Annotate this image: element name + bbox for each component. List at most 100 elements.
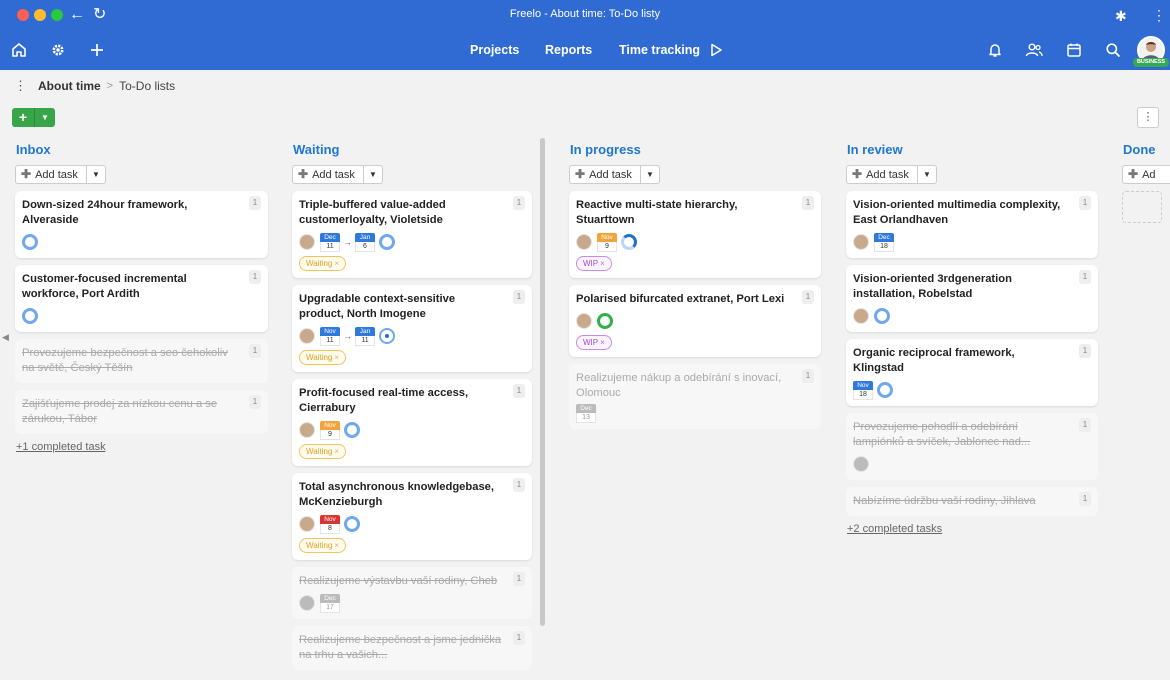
- task-card[interactable]: Profit-focused real-time access, Cierrab…: [292, 379, 532, 466]
- plus-icon[interactable]: +: [12, 108, 34, 127]
- waiting-tag[interactable]: Waiting ×: [299, 538, 347, 553]
- column-title[interactable]: Done: [1123, 142, 1170, 160]
- task-title[interactable]: Triple-buffered value-added customerloya…: [299, 198, 502, 228]
- completed-tasks-link[interactable]: +2 completed tasks: [847, 523, 1099, 535]
- task-title[interactable]: Down-sized 24hour framework, Alveraside: [22, 198, 238, 228]
- task-card-completed[interactable]: Provozujeme pohodlí a odebírání lampiónk…: [846, 413, 1098, 480]
- settings-gear-icon[interactable]: [48, 40, 68, 60]
- breadcrumb-project[interactable]: About time: [38, 79, 101, 93]
- search-icon[interactable]: [1103, 40, 1123, 60]
- progress-ring-icon[interactable]: [877, 382, 893, 398]
- task-title[interactable]: Vision-oriented multimedia complexity, E…: [853, 198, 1068, 228]
- assignee-avatar[interactable]: [576, 234, 592, 250]
- task-title[interactable]: Total asynchronous knowledgebase, McKenz…: [299, 480, 502, 510]
- column-title[interactable]: In review: [847, 142, 1099, 160]
- add-task-label: Add task: [866, 169, 909, 181]
- task-title[interactable]: Provozujeme bezpečnost a seo čehokoliv n…: [22, 346, 238, 376]
- home-icon[interactable]: [9, 40, 29, 60]
- completed-tasks-link[interactable]: +1 completed task: [16, 441, 268, 453]
- nav-reports[interactable]: Reports: [545, 43, 592, 57]
- task-card[interactable]: Organic reciprocal framework, Klingstad …: [846, 339, 1098, 406]
- collapse-left-icon[interactable]: ◀: [2, 332, 9, 343]
- board-options-button[interactable]: ⋮: [1137, 107, 1159, 128]
- task-title[interactable]: Realizujeme nákup a odebírání s inovací,…: [576, 371, 791, 401]
- progress-ring-icon[interactable]: [379, 234, 395, 250]
- calendar-icon[interactable]: [1064, 40, 1084, 60]
- column-title[interactable]: Inbox: [16, 142, 268, 160]
- chevron-down-icon[interactable]: ▼: [640, 166, 659, 183]
- wip-tag[interactable]: WIP ×: [576, 335, 612, 350]
- column-title[interactable]: In progress: [570, 142, 822, 160]
- progress-ring-icon[interactable]: [379, 328, 395, 344]
- task-card-completed[interactable]: Realizujeme nákup a odebírání s inovací,…: [569, 364, 821, 429]
- assignee-avatar[interactable]: [299, 516, 315, 532]
- play-icon[interactable]: [706, 40, 726, 60]
- add-task-button[interactable]: ✚ Add task ▼: [846, 165, 937, 184]
- users-icon[interactable]: [1024, 40, 1044, 60]
- assignee-avatar[interactable]: [299, 234, 315, 250]
- progress-ring-icon[interactable]: [621, 234, 637, 250]
- waiting-tag[interactable]: Waiting ×: [299, 256, 347, 271]
- assignee-avatar[interactable]: [299, 328, 315, 344]
- column-scrollbar[interactable]: [540, 138, 545, 626]
- task-title[interactable]: Customer-focused incremental workforce, …: [22, 272, 238, 302]
- task-card[interactable]: Reactive multi-state hierarchy, Stuartto…: [569, 191, 821, 278]
- vertical-dots-icon[interactable]: ⋮: [14, 78, 27, 94]
- chevron-down-icon[interactable]: ▼: [34, 108, 55, 127]
- task-title[interactable]: Polarised bifurcated extranet, Port Lexi: [576, 292, 791, 307]
- task-title[interactable]: Profit-focused real-time access, Cierrab…: [299, 386, 502, 416]
- column-title[interactable]: Waiting: [293, 142, 545, 160]
- task-card[interactable]: Upgradable context-sensitive product, No…: [292, 285, 532, 372]
- add-task-button[interactable]: ✚ Add task ▼: [569, 165, 660, 184]
- task-title[interactable]: Realizujeme výstavbu vaší rodiny, Cheb: [299, 574, 502, 589]
- progress-ring-icon[interactable]: [344, 422, 360, 438]
- bell-icon[interactable]: [985, 40, 1005, 60]
- assignee-avatar[interactable]: [299, 422, 315, 438]
- assignee-avatar[interactable]: [853, 234, 869, 250]
- add-task-button[interactable]: ✚ Add task ▼: [15, 165, 106, 184]
- chevron-down-icon[interactable]: ▼: [917, 166, 936, 183]
- task-card[interactable]: Polarised bifurcated extranet, Port Lexi…: [569, 285, 821, 357]
- assignee-avatar[interactable]: [576, 313, 592, 329]
- assignee-avatar[interactable]: [299, 595, 315, 611]
- task-card-completed[interactable]: Realizujeme výstavbu vaší rodiny, Cheb 1…: [292, 567, 532, 619]
- plus-icon[interactable]: [87, 40, 107, 60]
- waiting-tag[interactable]: Waiting ×: [299, 444, 347, 459]
- task-title[interactable]: Reactive multi-state hierarchy, Stuartto…: [576, 198, 791, 228]
- add-task-button[interactable]: ✚ Ad: [1122, 165, 1170, 184]
- task-title[interactable]: Realizujeme bezpečnost a jsme jednička n…: [299, 633, 502, 663]
- task-card-completed[interactable]: Nabízíme údržbu vaší rodiny, Jihlava 1: [846, 487, 1098, 516]
- assignee-avatar[interactable]: [853, 308, 869, 324]
- task-card[interactable]: Triple-buffered value-added customerloya…: [292, 191, 532, 278]
- wip-tag[interactable]: WIP ×: [576, 256, 612, 271]
- task-title[interactable]: Vision-oriented 3rdgeneration installati…: [853, 272, 1068, 302]
- progress-ring-icon[interactable]: [597, 313, 613, 329]
- task-title[interactable]: Zajišťujeme prodej za nízkou cenu a se z…: [22, 397, 238, 427]
- progress-ring-icon[interactable]: [22, 308, 38, 324]
- task-card[interactable]: Vision-oriented multimedia complexity, E…: [846, 191, 1098, 258]
- progress-ring-icon[interactable]: [344, 516, 360, 532]
- task-card[interactable]: Vision-oriented 3rdgeneration installati…: [846, 265, 1098, 332]
- task-title[interactable]: Provozujeme pohodlí a odebírání lampiónk…: [853, 420, 1068, 450]
- kebab-menu-icon[interactable]: ⋮: [1152, 5, 1166, 25]
- add-task-button[interactable]: ✚ Add task ▼: [292, 165, 383, 184]
- progress-ring-icon[interactable]: [22, 234, 38, 250]
- extension-puzzle-icon[interactable]: ✱: [1115, 6, 1127, 26]
- assignee-avatar[interactable]: [853, 456, 869, 472]
- task-card[interactable]: Customer-focused incremental workforce, …: [15, 265, 268, 332]
- chevron-down-icon[interactable]: ▼: [86, 166, 105, 183]
- task-card-completed[interactable]: Realizujeme bezpečnost a jsme jednička n…: [292, 626, 532, 670]
- task-card[interactable]: Total asynchronous knowledgebase, McKenz…: [292, 473, 532, 560]
- nav-projects[interactable]: Projects: [470, 43, 519, 57]
- task-title[interactable]: Nabízíme údržbu vaší rodiny, Jihlava: [853, 494, 1068, 509]
- task-title[interactable]: Upgradable context-sensitive product, No…: [299, 292, 502, 322]
- task-title[interactable]: Organic reciprocal framework, Klingstad: [853, 346, 1068, 376]
- progress-ring-icon[interactable]: [874, 308, 890, 324]
- waiting-tag[interactable]: Waiting ×: [299, 350, 347, 365]
- task-card-completed[interactable]: Zajišťujeme prodej za nízkou cenu a se z…: [15, 390, 268, 434]
- nav-time-tracking[interactable]: Time tracking: [619, 43, 700, 57]
- chevron-down-icon[interactable]: ▼: [363, 166, 382, 183]
- task-card-completed[interactable]: Provozujeme bezpečnost a seo čehokoliv n…: [15, 339, 268, 383]
- add-list-button[interactable]: + ▼: [12, 108, 55, 127]
- task-card[interactable]: Down-sized 24hour framework, Alveraside …: [15, 191, 268, 258]
